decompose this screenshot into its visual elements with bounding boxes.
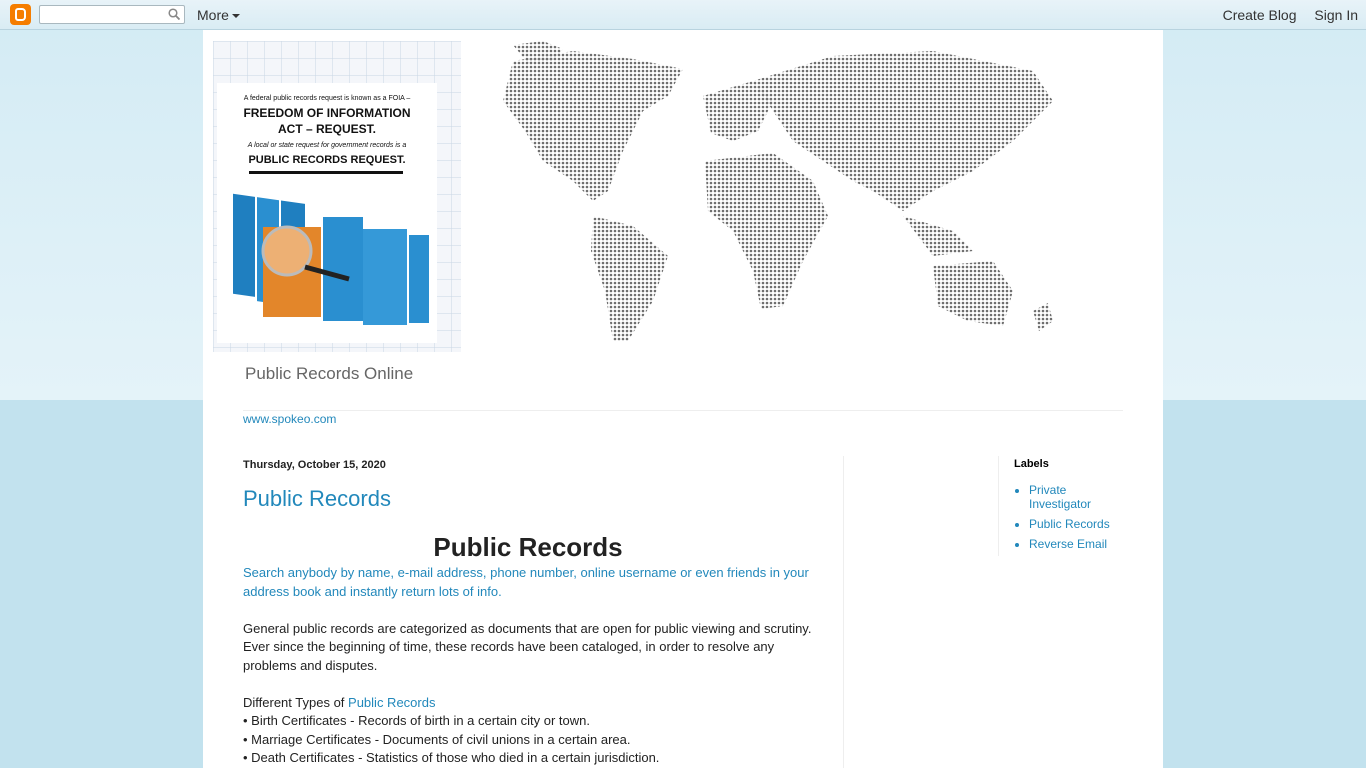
blog-title[interactable]: Public Records Online (245, 364, 413, 384)
header-image-line2: A local or state request for government … (247, 142, 407, 149)
sign-in-link[interactable]: Sign In (1314, 7, 1358, 23)
search-icon[interactable] (168, 8, 180, 20)
column-divider (843, 456, 844, 768)
post-date: Thursday, October 15, 2020 (243, 459, 386, 471)
post-paragraph: General public records are categorized a… (243, 620, 812, 673)
labels-widget: Labels Private Investigator Public Recor… (1014, 458, 1124, 557)
public-records-link[interactable]: Public Records (348, 695, 435, 710)
search-promo-link[interactable]: Search anybody by name, e-mail address, … (243, 564, 813, 601)
labels-list: Private Investigator Public Records Reve… (1014, 483, 1124, 551)
post-title-link[interactable]: Public Records (243, 486, 391, 512)
more-menu-button[interactable]: More (197, 7, 240, 23)
label-link-public-records[interactable]: Public Records (1029, 517, 1124, 531)
blogger-navbar: More Create Blog Sign In (0, 0, 1366, 30)
create-blog-link[interactable]: Create Blog (1223, 7, 1297, 23)
blogger-icon[interactable] (10, 4, 31, 25)
search-input[interactable] (39, 5, 185, 24)
list-item: • Marriage Certificates - Documents of c… (243, 731, 631, 747)
more-label: More (197, 7, 229, 23)
chevron-down-icon (231, 14, 240, 19)
svg-text:ACT – REQUEST.: ACT – REQUEST. (278, 122, 376, 136)
post-heading: Public Records (433, 532, 623, 562)
world-map (503, 41, 1053, 341)
label-link-private-investigator[interactable]: Private Investigator (1029, 483, 1124, 511)
post-body: Public Records Search anybody by name, e… (243, 530, 813, 768)
types-line: Different Types of Public Records (243, 694, 813, 713)
labels-heading: Labels (1014, 458, 1049, 470)
header-image-line1: A federal public records request is know… (244, 95, 411, 102)
types-prefix: Different Types of (243, 694, 349, 710)
header-image-line3: PUBLIC RECORDS REQUEST. (248, 154, 405, 166)
spokeo-link[interactable]: www.spokeo.com (243, 412, 336, 426)
divider (243, 410, 1123, 411)
list-item: • Birth Certificates - Records of birth … (243, 713, 591, 728)
svg-text:FREEDOM OF INFORMATION: FREEDOM OF INFORMATION (243, 106, 410, 120)
label-link-reverse-email[interactable]: Reverse Email (1029, 537, 1124, 551)
header-image: A federal public records request is know… (213, 41, 1053, 352)
sidebar-divider (998, 456, 999, 556)
main-content: A federal public records request is know… (203, 30, 1163, 768)
list-item: • Death Certificates - Statistics of tho… (243, 750, 660, 765)
